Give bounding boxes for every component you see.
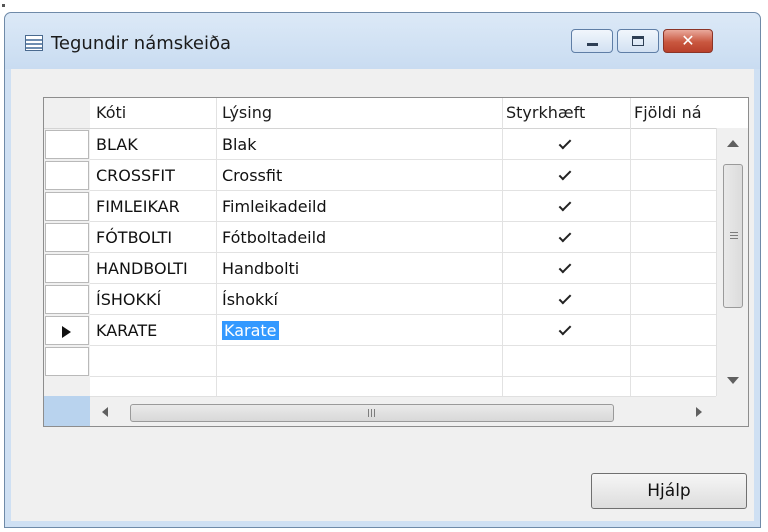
scroll-up-icon[interactable]: [727, 140, 739, 147]
column-header-lysing[interactable]: Lýsing: [222, 98, 272, 128]
row-selector[interactable]: [45, 285, 89, 314]
cell-code[interactable]: HANDBOLTI: [96, 253, 188, 284]
row-selector[interactable]: [45, 316, 89, 345]
scroll-down-icon[interactable]: [727, 377, 739, 384]
table-row[interactable]: HANDBOLTI Handbolti: [44, 253, 716, 284]
table-row[interactable]: BLAK Blak: [44, 129, 716, 160]
close-button[interactable]: ✕: [663, 29, 713, 53]
cell-description[interactable]: Blak: [222, 129, 257, 160]
table-window-icon: [25, 35, 43, 51]
course-types-grid: Kóti Lýsing Styrkhæft Fjöldi ná BLAK Bla…: [43, 97, 749, 427]
maximize-icon: [632, 36, 644, 46]
checkmark-icon[interactable]: [558, 292, 572, 306]
help-button[interactable]: Hjálp: [591, 473, 747, 509]
row-selector-footer: [44, 396, 90, 426]
cell-description[interactable]: Fótboltadeild: [222, 222, 326, 253]
dialog-window: Tegundir námskeiða ✕ Kóti Lýsing Styrkhæ…: [4, 12, 761, 528]
cell-code[interactable]: ÍSHOKKÍ: [96, 284, 161, 315]
horizontal-scroll-thumb[interactable]: [130, 404, 614, 422]
scroll-left-icon[interactable]: [102, 407, 108, 417]
minimize-icon: [587, 43, 598, 46]
cell-code[interactable]: CROSSFIT: [96, 160, 175, 191]
scroll-right-icon[interactable]: [696, 407, 702, 417]
vertical-scrollbar[interactable]: [716, 128, 748, 396]
table-row[interactable]: FÓTBOLTI Fótboltadeild: [44, 222, 716, 253]
current-row-arrow-icon: [62, 326, 71, 338]
cell-code[interactable]: BLAK: [96, 129, 138, 160]
row-selector[interactable]: [45, 254, 89, 283]
checkmark-icon[interactable]: [558, 199, 572, 213]
cell-description[interactable]: Fimleikadeild: [222, 191, 327, 222]
row-selector[interactable]: [45, 223, 89, 252]
column-header-koti[interactable]: Kóti: [96, 98, 126, 128]
checkmark-icon[interactable]: [558, 230, 572, 244]
cell-description[interactable]: Crossfit: [222, 160, 282, 191]
cell-description-selected[interactable]: Karate: [222, 315, 279, 346]
cell-description[interactable]: Handbolti: [222, 253, 299, 284]
minimize-button[interactable]: [571, 29, 613, 53]
row-selector[interactable]: [45, 130, 89, 159]
window-title: Tegundir námskeiða: [51, 33, 232, 54]
row-selector[interactable]: [45, 347, 89, 376]
row-selector[interactable]: [45, 192, 89, 221]
cell-code[interactable]: KARATE: [96, 315, 157, 346]
dialog-client-area: Kóti Lýsing Styrkhæft Fjöldi ná BLAK Bla…: [11, 69, 754, 521]
table-row[interactable]: CROSSFIT Crossfit: [44, 160, 716, 191]
table-row[interactable]: ÍSHOKKÍ Íshokkí: [44, 284, 716, 315]
table-row-current[interactable]: KARATE Karate: [44, 315, 716, 346]
cell-code[interactable]: FIMLEIKAR: [96, 191, 180, 222]
selected-text: Karate: [222, 321, 279, 340]
row-selector[interactable]: [45, 161, 89, 190]
table-row-empty[interactable]: [44, 346, 716, 377]
maximize-button[interactable]: [617, 29, 659, 53]
column-header-fjoldi[interactable]: Fjöldi ná: [634, 98, 702, 128]
checkmark-icon[interactable]: [558, 261, 572, 275]
checkmark-icon[interactable]: [558, 168, 572, 182]
column-header-styrkhaeft[interactable]: Styrkhæft: [506, 98, 585, 128]
scrollbar-corner: [716, 396, 748, 426]
horizontal-scrollbar[interactable]: [90, 396, 716, 426]
close-icon: ✕: [681, 31, 695, 50]
vertical-scroll-thumb[interactable]: [723, 164, 743, 308]
cell-code[interactable]: FÓTBOLTI: [96, 222, 172, 253]
table-row[interactable]: FIMLEIKAR Fimleikadeild: [44, 191, 716, 222]
checkmark-icon[interactable]: [558, 137, 572, 151]
title-bar[interactable]: Tegundir námskeiða ✕: [5, 13, 760, 69]
checkmark-icon[interactable]: [558, 323, 572, 337]
corner-mark: [2, 4, 5, 7]
cell-description[interactable]: Íshokkí: [222, 284, 278, 315]
